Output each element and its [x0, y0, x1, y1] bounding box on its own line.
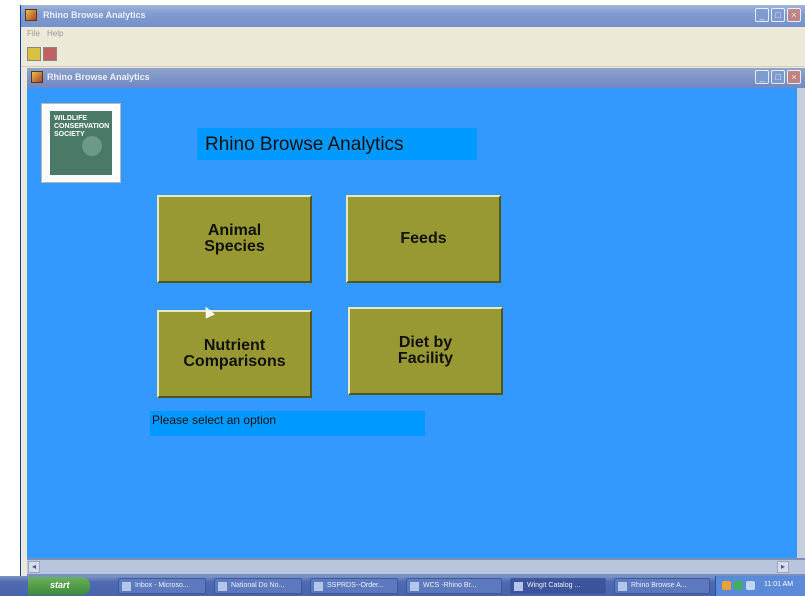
taskbar-item-label: SSPRDS--Order... [327, 582, 384, 589]
minimize-button[interactable]: _ [755, 8, 769, 22]
security-icon[interactable] [734, 581, 743, 590]
word-icon [410, 582, 419, 591]
form-close-button[interactable]: × [787, 70, 801, 84]
taskbar-item-label: Rhino Browse A... [631, 582, 687, 589]
status-box: Please select an option [150, 411, 425, 436]
form-title-bar[interactable]: Rhino Browse Analytics _ □ × [27, 68, 805, 88]
close-button[interactable]: × [787, 8, 801, 22]
diet-by-facility-label: Diet by Facility [397, 334, 454, 367]
vertical-scrollbar[interactable] [797, 88, 805, 558]
taskbar-item-wingit[interactable]: Wingit Catalog ... [510, 578, 606, 594]
logo-emblem [82, 136, 102, 156]
form-maximize-button[interactable]: □ [771, 70, 785, 84]
nutrient-comparisons-label: Nutrient Comparisons [183, 337, 286, 370]
diet-by-facility-button[interactable]: Diet by Facility [348, 307, 503, 395]
clock: 11:01 AM [764, 581, 794, 588]
start-button[interactable]: start [28, 577, 90, 595]
form-area: WILDLIFE CONSERVATION SOCIETY Rhino Brow… [27, 88, 797, 558]
form-window: Rhino Browse Analytics _ □ × WILDLIFE CO… [27, 68, 805, 578]
logo-text: WILDLIFE CONSERVATION SOCIETY [50, 111, 112, 175]
feeds-label: Feeds [400, 230, 447, 247]
taskbar-item-sspr[interactable]: SSPRDS--Order... [310, 578, 398, 594]
mail-icon [218, 582, 227, 591]
form-window-title: Rhino Browse Analytics [47, 72, 150, 82]
form-minimize-button[interactable]: _ [755, 70, 769, 84]
taskbar-item-national[interactable]: National Do No... [214, 578, 302, 594]
maximize-button[interactable]: □ [771, 8, 785, 22]
menu-file[interactable]: File [27, 29, 40, 38]
scroll-left-icon[interactable]: ◂ [28, 561, 40, 573]
status-message: Please select an option [152, 413, 277, 427]
start-label: start [50, 580, 70, 590]
menu-bar: File Help [21, 27, 805, 41]
outer-title-bar[interactable]: Rhino Browse Analytics _ □ × [21, 5, 805, 27]
menu-help[interactable]: Help [47, 29, 63, 38]
form-icon [31, 71, 43, 83]
outer-window-title: Rhino Browse Analytics [43, 10, 146, 20]
chart-tool-icon[interactable] [27, 47, 41, 61]
scroll-right-icon[interactable]: ▸ [777, 561, 789, 573]
taskbar: start Inbox - Microso... National Do No.… [0, 576, 805, 596]
form-title: Rhino Browse Analytics [205, 134, 404, 155]
app-icon [25, 9, 37, 21]
volume-icon[interactable] [746, 581, 755, 590]
taskbar-item-wcs[interactable]: WCS -Rhino Br... [406, 578, 502, 594]
browser-icon [314, 582, 323, 591]
animal-species-button[interactable]: Animal Species [157, 195, 312, 283]
design-tool-icon[interactable] [43, 47, 57, 61]
taskbar-item-label: Wingit Catalog ... [527, 582, 581, 589]
access-icon [618, 582, 627, 591]
toolbar [21, 41, 805, 67]
form-title-box: Rhino Browse Analytics [197, 128, 477, 160]
taskbar-item-inbox[interactable]: Inbox - Microso... [118, 578, 206, 594]
outlook-icon [122, 582, 131, 591]
horizontal-scrollbar[interactable]: ◂ ▸ [27, 560, 805, 574]
catalog-icon [514, 582, 523, 591]
wcs-logo: WILDLIFE CONSERVATION SOCIETY [41, 103, 121, 183]
nutrient-comparisons-button[interactable]: Nutrient Comparisons [157, 310, 312, 398]
animal-species-label: Animal Species [204, 222, 265, 255]
network-icon[interactable] [722, 581, 731, 590]
taskbar-item-label: WCS -Rhino Br... [423, 582, 477, 589]
taskbar-item-rhino[interactable]: Rhino Browse A... [614, 578, 710, 594]
taskbar-item-label: National Do No... [231, 582, 285, 589]
taskbar-item-label: Inbox - Microso... [135, 582, 189, 589]
system-tray: 11:01 AM [715, 576, 805, 596]
feeds-button[interactable]: Feeds [346, 195, 501, 283]
